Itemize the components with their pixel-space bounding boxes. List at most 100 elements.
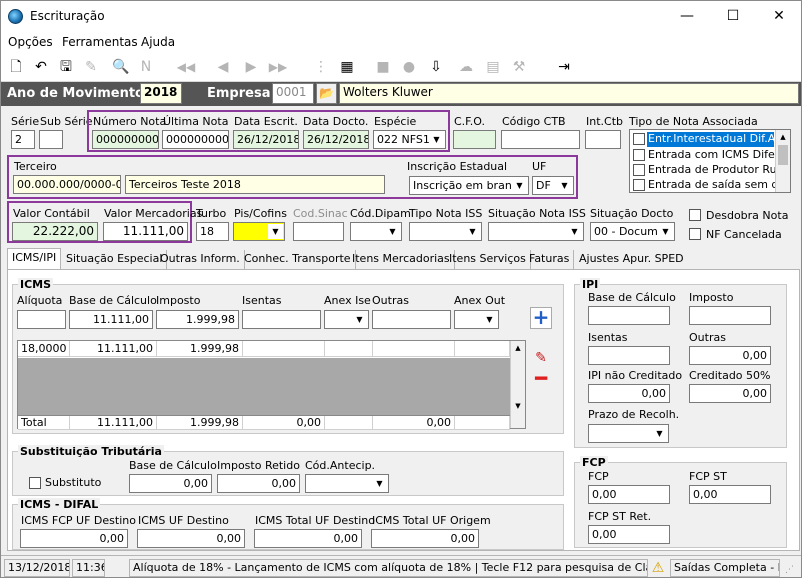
tab-conhec-transporte[interactable]: Conhec. Transporte — [240, 250, 356, 270]
tipo-nota-item-1[interactable]: Entr.Interestadual Dif.Alíq — [647, 132, 774, 147]
tipo-nota-checkbox-4[interactable] — [633, 179, 645, 191]
anex-out-select[interactable]: ▼ — [454, 310, 499, 329]
nf-cancelada-checkbox[interactable] — [689, 228, 701, 240]
new-icon[interactable]: 🗋 — [6, 57, 26, 77]
situacao-docto-select[interactable]: 00 - Documer ▼ — [590, 222, 675, 241]
undo-icon[interactable]: ↶ — [31, 57, 51, 77]
tab-icms-ipi[interactable]: ICMS/IPI — [7, 248, 61, 270]
ipi-isentas-field[interactable] — [588, 346, 670, 365]
icms-grid-scrollbar[interactable]: ▲ ▼ — [510, 341, 525, 428]
tipo-nota-checkbox-2[interactable] — [633, 149, 645, 161]
table-row[interactable]: 18,0000 11.111,00 1.999,98 — [18, 341, 510, 358]
terceiro-cnpj-field[interactable]: 00.000.000/0000-00 — [13, 175, 121, 194]
ipi-imposto-field[interactable] — [689, 306, 771, 325]
tipo-nota-list[interactable]: Entr.Interestadual Dif.Alíq Entrada com … — [629, 129, 791, 193]
chevron-down-icon[interactable]: ▼ — [567, 224, 582, 239]
icms-base-field[interactable]: 11.111,00 — [69, 310, 153, 329]
scroll-thumb[interactable] — [778, 145, 788, 165]
tipo-nota-scrollbar[interactable]: ▲ — [775, 130, 790, 192]
subserie-field[interactable] — [39, 130, 63, 149]
chevron-down-icon[interactable]: ▼ — [352, 312, 367, 327]
ctb-icon[interactable]: ▤ — [483, 57, 503, 77]
close-button[interactable]: ✕ — [756, 1, 801, 32]
st-retido-field[interactable]: 0,00 — [217, 474, 300, 493]
cloud-icon[interactable]: ☁ — [456, 57, 476, 77]
tipo-nota-iss-select[interactable]: ▼ — [409, 222, 482, 241]
nfe-icon[interactable]: N — [136, 57, 156, 77]
add-icon[interactable]: + — [530, 307, 552, 329]
especie-select[interactable]: 022 NFS1 ▼ — [373, 130, 446, 149]
st-base-field[interactable]: 0,00 — [129, 474, 212, 493]
next-record-icon[interactable]: ▶ — [241, 57, 261, 77]
chevron-down-icon[interactable]: ▼ — [465, 224, 480, 239]
empresa-code-field[interactable]: 0001 — [272, 83, 314, 104]
tab-outras-inform[interactable]: Outras Inform. — [156, 250, 245, 270]
minimize-button[interactable]: — — [664, 1, 710, 32]
calculator-icon[interactable]: ▦ — [337, 57, 357, 77]
scroll-up-icon[interactable]: ▲ — [511, 341, 525, 355]
numero-nota-field[interactable]: 0000000002 — [92, 130, 159, 149]
cod-dipam-select[interactable]: ▼ — [350, 222, 402, 241]
menu-opcoes[interactable]: Opções — [8, 35, 53, 49]
icms-imposto-field[interactable]: 1.999,98 — [156, 310, 239, 329]
chevron-down-icon[interactable]: ▼ — [429, 132, 444, 147]
tree-icon[interactable]: ⋮ — [311, 57, 331, 77]
prazo-recolh-select[interactable]: ▼ — [588, 424, 669, 443]
data-escrit-field[interactable]: 26/12/2018 — [233, 130, 299, 149]
scroll-up-icon[interactable]: ▲ — [776, 130, 790, 144]
tipo-nota-item-2[interactable]: Entrada com ICMS Diferido — [648, 148, 775, 162]
difal-total-destino-field[interactable]: 0,00 — [254, 529, 362, 548]
difal-total-origem-field[interactable]: 0,00 — [371, 529, 479, 548]
valor-contabil-field[interactable]: 22.222,00 — [12, 222, 98, 241]
difal-fcp-field[interactable]: 0,00 — [20, 529, 128, 548]
chevron-down-icon[interactable]: ▼ — [385, 224, 400, 239]
tipo-nota-item-3[interactable]: Entrada de Produtor Rural — [648, 163, 775, 177]
first-record-icon[interactable]: ◀◀ — [166, 57, 206, 77]
icms-outras-field[interactable] — [372, 310, 451, 329]
chevron-down-icon[interactable]: ▼ — [268, 224, 283, 239]
prev-record-icon[interactable]: ◀ — [213, 57, 233, 77]
last-record-icon[interactable]: ▶▶ — [263, 57, 293, 77]
scroll-down-icon[interactable]: ▼ — [511, 399, 525, 413]
tab-faturas[interactable]: Faturas — [525, 250, 575, 270]
apple-icon[interactable]: ● — [399, 57, 419, 77]
tipo-nota-checkbox-3[interactable] — [633, 164, 645, 176]
menu-ferramentas[interactable]: Ferramentas — [62, 35, 138, 49]
substituto-checkbox[interactable] — [29, 477, 41, 489]
ipi-creditado-50-field[interactable]: 0,00 — [689, 384, 771, 403]
pis-cofins-select[interactable]: ▼ — [233, 222, 285, 241]
chevron-down-icon[interactable]: ▼ — [557, 178, 572, 193]
chevron-down-icon[interactable]: ▼ — [512, 178, 527, 193]
desdobra-nota-checkbox[interactable] — [689, 209, 701, 221]
aliquota-field[interactable] — [17, 310, 66, 329]
valor-mercadorias-field[interactable]: 11.111,00 — [103, 222, 188, 241]
ano-movimento-field[interactable]: 2018 — [140, 83, 182, 104]
ipi-base-field[interactable] — [588, 306, 670, 325]
uf-select[interactable]: DF ▼ — [532, 176, 574, 195]
delete-icon[interactable]: ✎ — [81, 57, 101, 77]
serie-field[interactable]: 2 — [11, 130, 35, 149]
menu-ajuda[interactable]: Ajuda — [141, 35, 175, 49]
codigo-ctb-field[interactable] — [501, 130, 580, 149]
anex-ise-select[interactable]: ▼ — [324, 310, 369, 329]
inscricao-estadual-select[interactable]: Inscrição em branco ▼ — [409, 176, 529, 195]
import-icon[interactable]: ⇩ — [426, 57, 446, 77]
situacao-nota-iss-select[interactable]: ▼ — [488, 222, 584, 241]
fcp-st-ret-field[interactable]: 0,00 — [588, 525, 670, 544]
ipi-outras-field[interactable]: 0,00 — [689, 346, 771, 365]
tab-itens-mercadorias[interactable]: Itens Mercadorias — [348, 250, 455, 270]
fcp-field[interactable]: 0,00 — [588, 485, 670, 504]
exit-icon[interactable]: ⇥ — [554, 57, 574, 77]
resize-grip-icon[interactable]: ⋰ — [785, 564, 797, 576]
tipo-nota-item-4[interactable]: Entrada de saída sem débi — [648, 178, 775, 192]
difal-uf-destino-field[interactable]: 0,00 — [137, 529, 245, 548]
folder-open-icon[interactable]: 📂 — [316, 83, 337, 104]
tab-situacao-especial[interactable]: Situação Especial — [62, 250, 168, 270]
tab-itens-servicos[interactable]: Itens Serviços — [445, 250, 531, 270]
tab-ajustes-apur-sped[interactable]: Ajustes Apur. SPED — [575, 250, 688, 270]
icms-isentas-field[interactable] — [242, 310, 321, 329]
tipo-nota-checkbox-1[interactable] — [633, 133, 645, 145]
turbo-field[interactable]: 18 — [196, 222, 229, 241]
chevron-down-icon[interactable]: ▼ — [652, 426, 667, 441]
cod-sinac-field[interactable] — [293, 222, 344, 241]
